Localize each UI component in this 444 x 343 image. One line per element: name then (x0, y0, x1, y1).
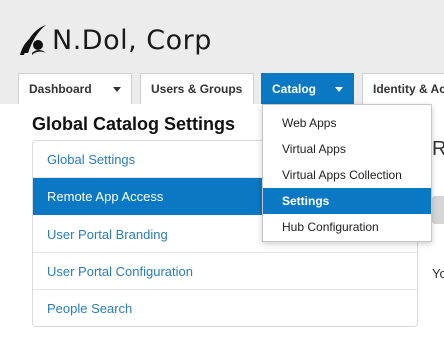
tab-label: Dashboard (29, 82, 92, 96)
catalog-dropdown-menu: Web Apps Virtual Apps Virtual Apps Colle… (262, 104, 432, 242)
app-header: N.Dol, Corp Dashboard Users & Groups Cat… (0, 0, 444, 104)
main-nav-tabs: Dashboard Users & Groups Catalog Identit… (0, 73, 444, 104)
tab-identity-access[interactable]: Identity & Acce (362, 73, 444, 104)
brand-name: N.Dol, Corp (52, 24, 212, 56)
tab-users-groups[interactable]: Users & Groups (140, 73, 254, 104)
content-heading: R (432, 138, 444, 160)
content-button[interactable] (432, 196, 444, 224)
content-text: Yo (432, 266, 444, 281)
leaf-logo-icon (20, 25, 46, 55)
tab-catalog[interactable]: Catalog (261, 73, 354, 104)
side-nav-item-people-search[interactable]: People Search (33, 290, 417, 326)
menu-item-virtual-apps[interactable]: Virtual Apps (263, 136, 431, 162)
menu-item-virtual-apps-collection[interactable]: Virtual Apps Collection (263, 162, 431, 188)
tab-label: Users & Groups (151, 82, 243, 96)
caret-down-icon (335, 87, 343, 92)
menu-item-settings[interactable]: Settings (263, 188, 431, 214)
page-title: Global Catalog Settings (32, 114, 236, 134)
menu-item-web-apps[interactable]: Web Apps (263, 110, 431, 136)
tab-label: Catalog (272, 82, 317, 96)
menu-item-hub-configuration[interactable]: Hub Configuration (263, 214, 431, 240)
tab-dashboard[interactable]: Dashboard (18, 73, 132, 104)
side-nav-item-user-portal-configuration[interactable]: User Portal Configuration (33, 253, 417, 290)
caret-down-icon (113, 87, 121, 92)
tab-label: Identity & Acce (373, 82, 444, 96)
brand-logo[interactable]: N.Dol, Corp (18, 18, 212, 62)
